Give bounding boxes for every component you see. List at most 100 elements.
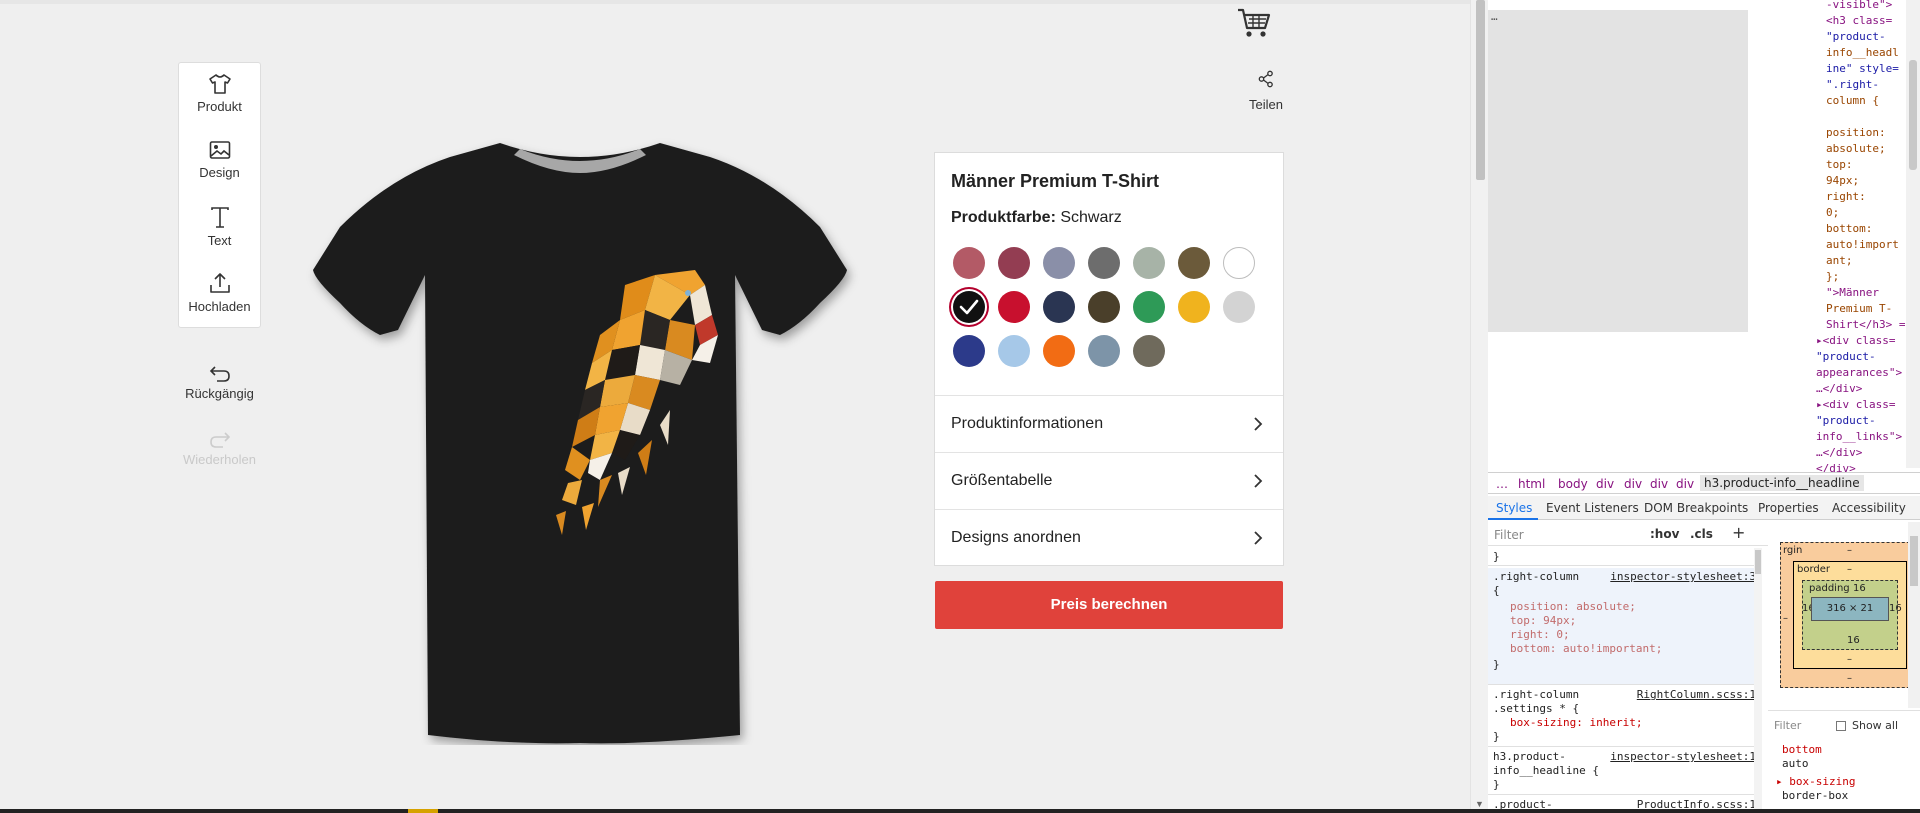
color-swatch[interactable] [953, 247, 985, 279]
redo-button[interactable]: Wiederholen [178, 430, 261, 467]
computed-property[interactable]: ▸ box-sizing [1776, 775, 1855, 788]
devtools-tab[interactable]: Properties [1758, 501, 1819, 515]
dom-node-line[interactable]: …</div> [1816, 445, 1862, 461]
computed-property[interactable]: bottom [1782, 743, 1822, 756]
color-swatch[interactable] [1088, 247, 1120, 279]
rules-scrollbar[interactable] [1754, 548, 1762, 813]
hover-state-toggle[interactable]: :hov [1650, 527, 1679, 541]
dom-node-line[interactable]: <h3 class= [1826, 13, 1892, 29]
devtools-tab[interactable]: Event Listeners [1546, 501, 1639, 515]
rule-property[interactable]: top: 94px; [1510, 614, 1576, 628]
dom-node-line[interactable]: …</div> [1816, 381, 1862, 397]
color-swatch[interactable] [1043, 291, 1075, 323]
breadcrumb-item[interactable]: div [1650, 477, 1668, 491]
rule-source-link[interactable]: inspector-stylesheet:3 [1610, 570, 1756, 583]
color-swatch[interactable] [1133, 291, 1165, 323]
rule-property[interactable]: position: absolute; [1510, 600, 1636, 614]
color-swatch[interactable] [1133, 247, 1165, 279]
dom-node-line[interactable]: appearances"> [1816, 365, 1902, 381]
add-rule-button[interactable]: + [1732, 523, 1745, 542]
dom-scrollbar[interactable] [1906, 0, 1920, 468]
breadcrumb-item[interactable]: body [1558, 477, 1588, 491]
box-model-scrollbar[interactable] [1908, 522, 1920, 708]
tool-produkt[interactable]: Produkt [179, 63, 260, 129]
devtools-tab[interactable]: DOM Breakpoints [1644, 501, 1748, 515]
dom-node-line[interactable]: 0; [1826, 205, 1839, 221]
dom-node-line[interactable]: absolute; [1826, 141, 1886, 157]
calculate-price-button[interactable]: Preis berechnen [935, 581, 1283, 629]
dom-node-line[interactable]: }; [1826, 269, 1839, 285]
scroll-down-arrow-icon[interactable]: ▼ [1475, 799, 1484, 809]
accordion-item[interactable]: Größentabelle [935, 452, 1283, 509]
accordion-item[interactable]: Produktinformationen [935, 395, 1283, 452]
rule-property[interactable]: bottom: auto!important; [1510, 642, 1662, 656]
rule-selector[interactable]: .settings * { [1493, 702, 1579, 716]
dom-node-line[interactable]: position: [1826, 125, 1886, 141]
breadcrumb-item[interactable]: div [1676, 477, 1694, 491]
tool-text[interactable]: Text [179, 195, 260, 261]
dom-node-line[interactable]: info__headl [1826, 45, 1899, 61]
color-swatch[interactable] [1043, 335, 1075, 367]
dom-node-line[interactable]: info__links"> [1816, 429, 1902, 445]
rule-selector[interactable]: h3.product- [1493, 750, 1566, 764]
dom-node-line[interactable]: 94px; [1826, 173, 1859, 189]
breadcrumb-item[interactable]: h3.product-info__headline [1700, 475, 1864, 491]
color-swatch[interactable] [1133, 335, 1165, 367]
tool-hochladen[interactable]: Hochladen [179, 261, 260, 327]
color-swatch[interactable] [1223, 291, 1255, 323]
accordion-item[interactable]: Designs anordnen [935, 509, 1283, 566]
dom-node-line[interactable]: top: [1826, 157, 1853, 173]
rule-selector[interactable]: .right-column [1493, 688, 1579, 702]
class-toggle[interactable]: .cls [1690, 527, 1713, 541]
editor-scrollbar[interactable]: ▼ [1470, 0, 1488, 813]
color-swatch[interactable] [1178, 247, 1210, 279]
breadcrumb-item[interactable]: div [1624, 477, 1642, 491]
dom-node-line[interactable]: ▸<div class= [1816, 397, 1895, 413]
rules-scroll-thumb[interactable] [1755, 550, 1761, 574]
dom-node-line[interactable]: ▸<div class= [1816, 333, 1895, 349]
breadcrumb-item[interactable]: div [1596, 477, 1614, 491]
dom-node-line[interactable]: "product- [1816, 413, 1876, 429]
share-button[interactable]: Teilen [1240, 70, 1292, 112]
scrollbar-thumb[interactable] [1476, 0, 1485, 180]
devtools-tab[interactable]: Styles [1496, 501, 1532, 515]
tshirt-preview[interactable] [300, 135, 860, 745]
color-swatch[interactable] [953, 291, 985, 323]
dom-node-line[interactable]: "product- [1826, 29, 1886, 45]
breadcrumb-item[interactable]: … [1496, 477, 1508, 491]
rule-selector[interactable]: info__headline { [1493, 764, 1599, 778]
dom-node-line[interactable]: right: [1826, 189, 1866, 205]
dom-node-line[interactable]: auto!import [1826, 237, 1899, 253]
dom-more-icon[interactable]: … [1491, 10, 1498, 23]
rule-property[interactable]: box-sizing: inherit; [1510, 716, 1642, 730]
color-swatch[interactable] [1178, 291, 1210, 323]
box-model-scroll-thumb[interactable] [1910, 536, 1918, 586]
color-swatch[interactable] [998, 247, 1030, 279]
rule-property[interactable]: right: 0; [1510, 628, 1570, 642]
dom-node-line[interactable]: ">Männer [1826, 285, 1879, 301]
color-swatch[interactable] [1088, 291, 1120, 323]
color-swatch[interactable] [953, 335, 985, 367]
computed-filter-input[interactable]: Filter [1774, 719, 1801, 732]
color-swatch[interactable] [1223, 247, 1255, 279]
rule-selector[interactable]: .right-column [1493, 570, 1579, 584]
rule-source-link[interactable]: RightColumn.scss:1 [1637, 688, 1756, 701]
breadcrumb-item[interactable]: html [1518, 477, 1545, 491]
show-all-checkbox[interactable] [1836, 721, 1846, 731]
styles-filter-input[interactable]: Filter [1494, 528, 1524, 542]
dom-node-line[interactable]: ".right- [1826, 77, 1879, 93]
devtools-tab[interactable]: Accessibility [1832, 501, 1906, 515]
color-swatch[interactable] [1043, 247, 1075, 279]
dom-scroll-thumb[interactable] [1909, 60, 1917, 170]
dom-node-line[interactable]: Shirt</h3> = [1826, 317, 1905, 333]
rule-source-link[interactable]: inspector-stylesheet:1 [1610, 750, 1756, 763]
dom-node-line[interactable]: ant; [1826, 253, 1853, 269]
dom-node-line[interactable]: ine" style= [1826, 61, 1899, 77]
color-swatch[interactable] [998, 291, 1030, 323]
dom-node-line[interactable]: bottom: [1826, 221, 1872, 237]
cart-icon[interactable] [1236, 6, 1272, 40]
dom-node-line[interactable]: -visible"> [1826, 0, 1892, 13]
dom-node-line[interactable]: Premium T- [1826, 301, 1892, 317]
color-swatch[interactable] [998, 335, 1030, 367]
undo-button[interactable]: Rückgängig [178, 364, 261, 401]
